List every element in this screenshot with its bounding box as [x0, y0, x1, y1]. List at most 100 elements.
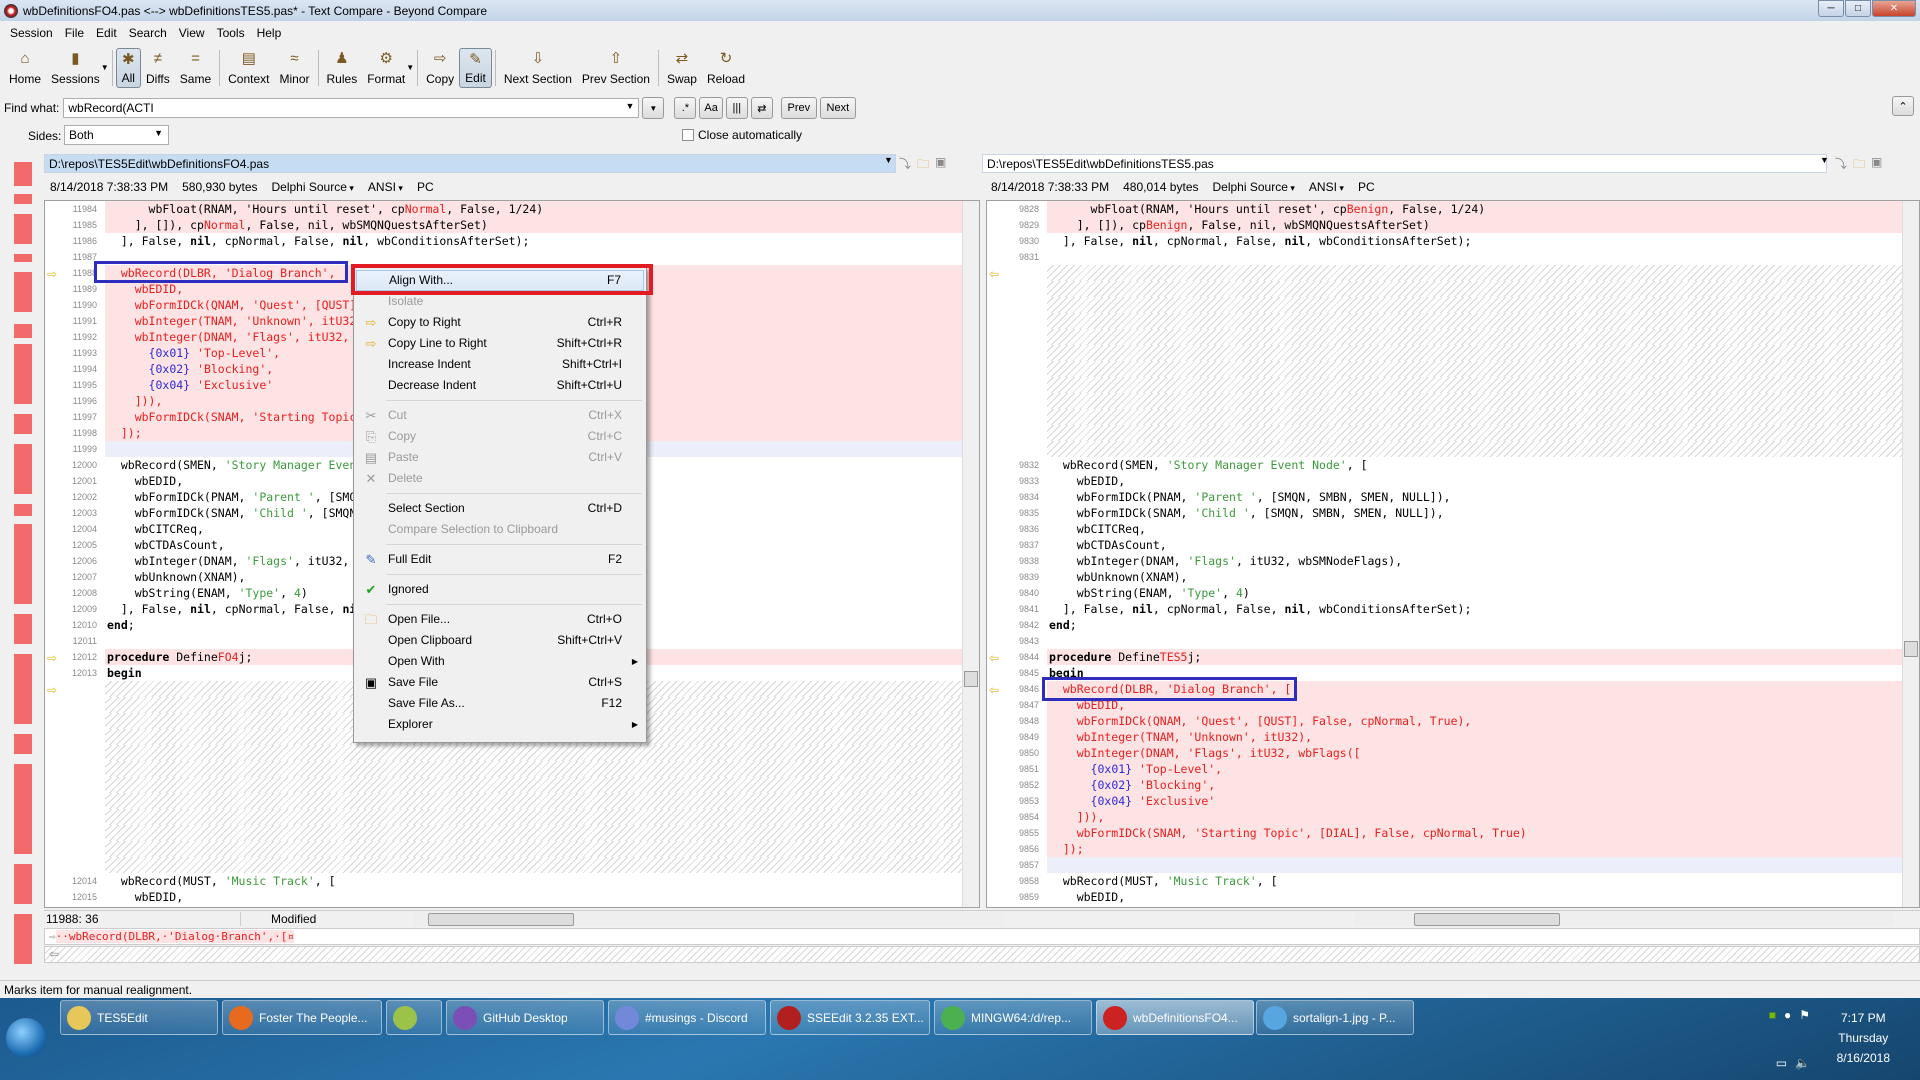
- open-folder-icon[interactable]: 🗀: [917, 155, 929, 176]
- left-horizontal-scrollbar[interactable]: [414, 912, 1004, 926]
- swap-button[interactable]: ⇄ Swap: [662, 48, 702, 88]
- path-dropdown-icon[interactable]: ▼: [1820, 155, 1829, 176]
- line-text[interactable]: wbEDID,: [105, 889, 979, 905]
- find-options-dropdown[interactable]: ▼: [642, 97, 665, 119]
- line-text[interactable]: [1047, 361, 1919, 377]
- line-text[interactable]: [1047, 441, 1919, 457]
- menu-item-increase-indent[interactable]: Increase Indent Shift+Ctrl+I: [356, 354, 644, 375]
- line-text[interactable]: ], False, nil, cpNormal, False, nil, wbC…: [1047, 601, 1919, 617]
- right-path-field[interactable]: D:\repos\TES5Edit\wbDefinitionsTES5.pas: [982, 154, 1827, 173]
- taskbar-item[interactable]: Foster The People...: [222, 1000, 382, 1035]
- line-text[interactable]: wbCITCReq,: [1047, 521, 1919, 537]
- code-line[interactable]: 9840 wbString(ENAM, 'Type', 4): [987, 585, 1919, 601]
- code-line[interactable]: 9830 ], False, nil, cpNormal, False, nil…: [987, 233, 1919, 249]
- right-encoding-select[interactable]: ANSI: [1309, 180, 1344, 194]
- line-text[interactable]: wbRecord(SMEN, 'Story Manager Event Node…: [1047, 457, 1919, 473]
- minimize-button[interactable]: ─: [1818, 0, 1844, 17]
- wrap-around-toggle[interactable]: ⇄: [750, 97, 773, 119]
- line-text[interactable]: {0x01} 'Top-Level',: [1047, 761, 1919, 777]
- copy-button[interactable]: ⇨ Copy: [421, 48, 459, 88]
- menu-tools[interactable]: Tools: [211, 24, 251, 44]
- code-line[interactable]: 9859 wbEDID,: [987, 889, 1919, 905]
- same-button[interactable]: = Same: [175, 48, 216, 88]
- code-line[interactable]: 11985 ], []), cpNormal, False, nil, wbSM…: [45, 217, 979, 233]
- code-line[interactable]: 9841 ], False, nil, cpNormal, False, nil…: [987, 601, 1919, 617]
- code-line[interactable]: 9842 end;: [987, 617, 1919, 633]
- line-text[interactable]: ], []), cpBenign, False, nil, wbSMQNQues…: [1047, 217, 1919, 233]
- checkbox-box[interactable]: [682, 129, 694, 141]
- line-text[interactable]: ]);: [1047, 841, 1919, 857]
- code-line[interactable]: 9829 ], []), cpBenign, False, nil, wbSMQ…: [987, 217, 1919, 233]
- save-icon[interactable]: ▣: [935, 155, 946, 176]
- line-text[interactable]: [1047, 393, 1919, 409]
- line-text[interactable]: wbFormIDCk(QNAM, 'Quest', [QUST], False,…: [1047, 713, 1919, 729]
- prev-section-button[interactable]: ⇧ Prev Section: [577, 48, 655, 88]
- line-text[interactable]: [105, 841, 979, 857]
- copy-left-arrow-icon[interactable]: ⇦: [989, 266, 999, 282]
- menu-edit[interactable]: Edit: [90, 24, 123, 44]
- code-line[interactable]: 9848 wbFormIDCk(QNAM, 'Quest', [QUST], F…: [987, 713, 1919, 729]
- taskbar-item[interactable]: wbDefinitionsFO4...: [1096, 1000, 1254, 1035]
- find-input[interactable]: wbRecord(ACTI ▼: [63, 98, 640, 118]
- code-line[interactable]: 9849 wbInteger(TNAM, 'Unknown', itU32),: [987, 729, 1919, 745]
- taskbar-item[interactable]: [386, 1000, 442, 1035]
- menu-item-open-clipboard[interactable]: Open Clipboard Shift+Ctrl+V: [356, 630, 644, 651]
- menu-session[interactable]: Session: [4, 24, 59, 44]
- line-text[interactable]: ], False, nil, cpNormal, False, nil, wbC…: [1047, 233, 1919, 249]
- line-text[interactable]: [1047, 377, 1919, 393]
- menu-item-save-file[interactable]: ▣ Save File Ctrl+S: [356, 672, 644, 693]
- taskbar-item[interactable]: SSEEdit 3.2.35 EXT...: [770, 1000, 930, 1035]
- scrollbar-thumb[interactable]: [964, 671, 978, 687]
- menu-item-select-section[interactable]: Select Section Ctrl+D: [356, 498, 644, 519]
- path-dropdown-icon[interactable]: ▼: [884, 155, 893, 176]
- all-button[interactable]: ✱ All: [115, 48, 141, 88]
- match-case-toggle[interactable]: Aa: [699, 97, 723, 119]
- close-button[interactable]: ✕: [1872, 0, 1916, 17]
- menu-view[interactable]: View: [173, 24, 211, 44]
- code-line[interactable]: 9851 {0x01} 'Top-Level',: [987, 761, 1919, 777]
- code-line[interactable]: 9832 wbRecord(SMEN, 'Story Manager Event…: [987, 457, 1919, 473]
- line-text[interactable]: wbRecord(MUST, 'Music Track', [: [105, 873, 979, 889]
- code-line[interactable]: 12015 wbEDID,: [45, 889, 979, 905]
- volume-icon[interactable]: 🔈: [1795, 1056, 1810, 1070]
- line-text[interactable]: wbFormIDCk(SNAM, 'Starting Topic', [DIAL…: [1047, 825, 1919, 841]
- menu-item-copy-line-to-right[interactable]: ⇨ Copy Line to Right Shift+Ctrl+R: [356, 333, 644, 354]
- code-line[interactable]: 9850 wbInteger(DNAM, 'Flags', itU32, wbF…: [987, 745, 1919, 761]
- format-button[interactable]: ⚙ Format: [362, 48, 410, 88]
- menu-search[interactable]: Search: [123, 24, 173, 44]
- line-text[interactable]: [105, 809, 979, 825]
- action-center-flag-icon[interactable]: ⚑: [1799, 1008, 1810, 1022]
- line-text[interactable]: wbFormIDCk(SNAM, 'Child ', [SMQN, SMBN, …: [1047, 505, 1919, 521]
- code-line[interactable]: 9835 wbFormIDCk(SNAM, 'Child ', [SMQN, S…: [987, 505, 1919, 521]
- minor-button[interactable]: ≈ Minor: [275, 48, 315, 88]
- discord-tray-icon[interactable]: ●: [1784, 1008, 1791, 1022]
- clock[interactable]: 7:17 PM Thursday 8/16/2018: [1837, 1008, 1890, 1068]
- network-icon[interactable]: ▭: [1776, 1056, 1787, 1070]
- code-line[interactable]: 9839 wbUnknown(XNAM),: [987, 569, 1919, 585]
- code-line[interactable]: 9855 wbFormIDCk(SNAM, 'Starting Topic', …: [987, 825, 1919, 841]
- line-text[interactable]: [105, 825, 979, 841]
- line-text[interactable]: wbEDID,: [1047, 473, 1919, 489]
- code-line[interactable]: 9831: [987, 249, 1919, 265]
- menu-item-save-file-as[interactable]: Save File As... F12: [356, 693, 644, 714]
- right-horizontal-scrollbar[interactable]: [1354, 912, 1894, 926]
- close-automatically-checkbox[interactable]: Close automatically: [682, 128, 802, 142]
- line-text[interactable]: [1047, 425, 1919, 441]
- taskbar-item[interactable]: TES5Edit: [60, 1000, 218, 1035]
- left-format-select[interactable]: Delphi Source: [272, 180, 354, 194]
- line-text[interactable]: wbFormIDCk(PNAM, 'Parent ', [SMQN, SMBN,…: [1047, 489, 1919, 505]
- left-path-field[interactable]: D:\repos\TES5Edit\wbDefinitionsFO4.pas: [44, 154, 896, 173]
- regex-toggle[interactable]: .*: [674, 97, 697, 119]
- left-encoding-select[interactable]: ANSI: [368, 180, 403, 194]
- line-text[interactable]: [105, 761, 979, 777]
- home-button[interactable]: ⌂ Home: [4, 48, 46, 88]
- line-text[interactable]: wbInteger(TNAM, 'Unknown', itU32),: [1047, 729, 1919, 745]
- line-text[interactable]: ])),: [1047, 809, 1919, 825]
- line-text[interactable]: [1047, 281, 1919, 297]
- open-folder-icon[interactable]: 🗀: [1853, 155, 1865, 176]
- right-line-ending[interactable]: PC: [1358, 180, 1375, 194]
- code-line[interactable]: 9858 wbRecord(MUST, 'Music Track', [: [987, 873, 1919, 889]
- nvidia-tray-icon[interactable]: ■: [1769, 1008, 1776, 1022]
- menu-item-ignored[interactable]: ✔ Ignored: [356, 579, 644, 600]
- line-text[interactable]: [105, 793, 979, 809]
